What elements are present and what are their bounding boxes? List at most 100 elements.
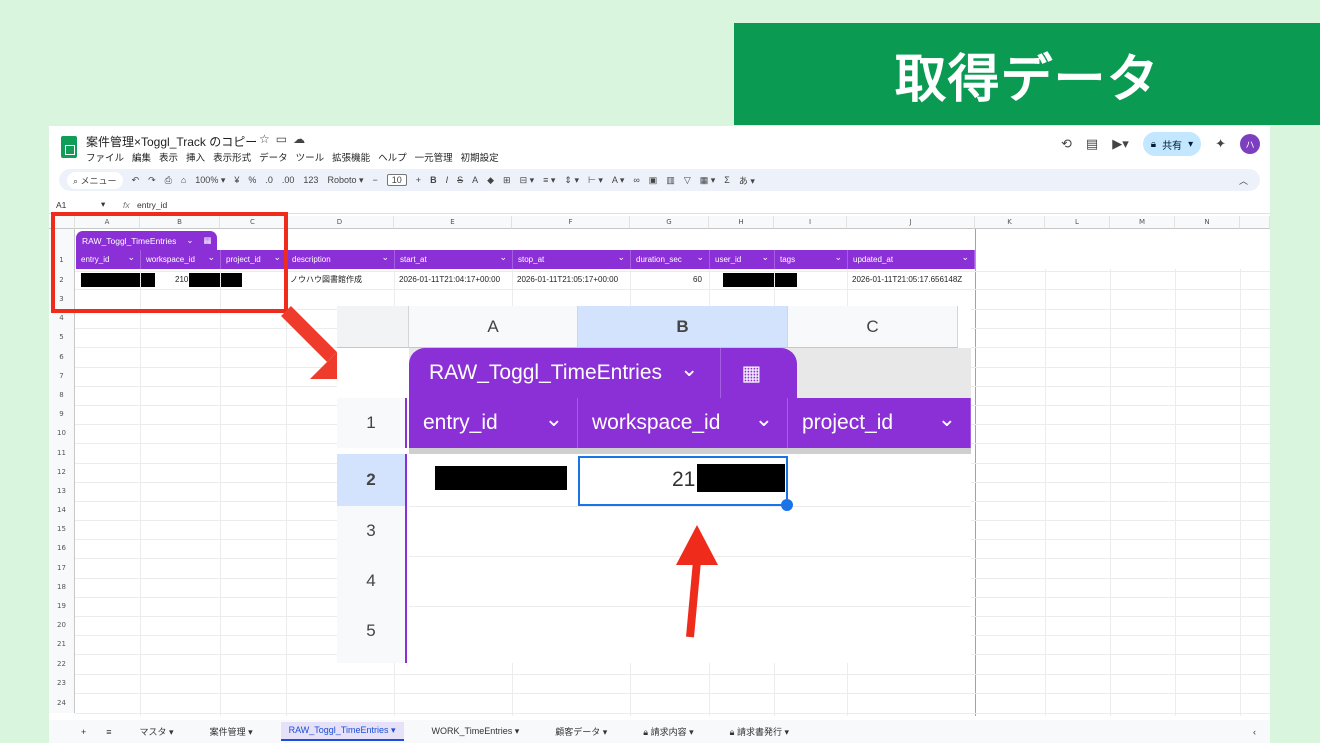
menu-format[interactable]: 表示形式 bbox=[213, 150, 251, 164]
star-icon[interactable]: ☆ bbox=[259, 132, 276, 146]
header-user-id[interactable]: user_id bbox=[710, 248, 775, 269]
row-header[interactable]: 15 bbox=[49, 520, 75, 539]
functions-button[interactable]: Σ bbox=[724, 175, 730, 185]
comment-add-icon[interactable]: ▣ bbox=[649, 175, 658, 186]
row-header[interactable]: 20 bbox=[49, 616, 75, 635]
zoom-header-workspace-id[interactable]: workspace_id bbox=[578, 394, 788, 448]
row-header[interactable]: 10 bbox=[49, 424, 75, 443]
percent-button[interactable]: % bbox=[248, 175, 256, 185]
paint-format-icon[interactable]: ⌂ bbox=[181, 175, 186, 185]
column-header-n[interactable]: N bbox=[1175, 216, 1240, 229]
row-header[interactable]: 8 bbox=[49, 386, 75, 405]
merge-icon[interactable]: ⊟ ▾ bbox=[520, 175, 535, 186]
align-icon[interactable]: ≡ ▾ bbox=[543, 175, 555, 186]
filter-icon[interactable]: ▽ bbox=[684, 175, 691, 186]
sheet-tab-billing-items[interactable]: 🔒︎ 請求内容 ▾ bbox=[635, 722, 701, 741]
column-header-i[interactable]: I bbox=[774, 216, 847, 229]
tab-scroll-left-icon[interactable]: ‹ bbox=[1253, 727, 1256, 737]
bold-button[interactable]: B bbox=[430, 175, 437, 185]
row-header[interactable]: 6 bbox=[49, 347, 75, 367]
row-header[interactable]: 12 bbox=[49, 463, 75, 482]
redo-icon[interactable]: ↷ bbox=[148, 175, 156, 186]
comment-icon[interactable]: ▤ bbox=[1086, 137, 1098, 152]
fill-color-icon[interactable]: ◆ bbox=[487, 175, 494, 186]
row-header[interactable]: 18 bbox=[49, 578, 75, 597]
selected-cell-b2[interactable] bbox=[578, 456, 793, 511]
menu-tools[interactable]: ツール bbox=[296, 150, 325, 164]
chevron-down-icon[interactable]: ⌄ bbox=[680, 356, 698, 382]
row-header[interactable]: 23 bbox=[49, 674, 75, 693]
column-header-g[interactable]: G bbox=[630, 216, 709, 229]
column-header-k[interactable]: K bbox=[975, 216, 1045, 229]
print-icon[interactable]: ⎙ bbox=[165, 175, 172, 186]
table-view-icon[interactable]: ▦ ▾ bbox=[700, 175, 716, 186]
table-menu-icon[interactable]: ▦ bbox=[720, 348, 761, 398]
cell-updated-at[interactable]: 2026-01-11T21:05:17.656148Z bbox=[852, 271, 962, 289]
header-stop-at[interactable]: stop_at bbox=[513, 248, 631, 269]
collapse-toolbar-icon[interactable]: ︿ bbox=[1239, 174, 1248, 187]
menu-help[interactable]: ヘルプ bbox=[378, 150, 407, 164]
menu-edit[interactable]: 編集 bbox=[132, 150, 151, 164]
meet-icon[interactable]: ▶▾ bbox=[1112, 137, 1129, 152]
zoom-header-project-id[interactable]: project_id bbox=[788, 394, 971, 448]
row-header[interactable]: 21 bbox=[49, 635, 75, 654]
header-duration-sec[interactable]: duration_sec bbox=[631, 248, 710, 269]
sheet-tab-customers[interactable]: 顧客データ ▾ bbox=[547, 722, 615, 741]
row-header[interactable]: 17 bbox=[49, 558, 75, 578]
menu-file[interactable]: ファイル bbox=[86, 150, 124, 164]
row-header[interactable]: 14 bbox=[49, 501, 75, 520]
number-format-button[interactable]: 123 bbox=[303, 175, 318, 185]
cell-description[interactable]: ノウハウ図書館作成 bbox=[290, 271, 362, 289]
column-header-m[interactable]: M bbox=[1110, 216, 1175, 229]
rotate-icon[interactable]: A ▾ bbox=[612, 175, 625, 186]
column-header-f[interactable]: F bbox=[512, 216, 630, 229]
strikethrough-button[interactable]: S bbox=[457, 175, 463, 185]
zoom-select[interactable]: 100% ▾ bbox=[195, 175, 225, 186]
row-header[interactable]: 7 bbox=[49, 367, 75, 386]
menu-unified[interactable]: 一元管理 bbox=[415, 150, 453, 164]
folder-icon[interactable]: ▭ bbox=[276, 132, 293, 146]
column-header-e[interactable]: E bbox=[394, 216, 512, 229]
sheet-tab-master[interactable]: マスタ ▾ bbox=[132, 722, 182, 741]
sheet-tab-invoice[interactable]: 🔒︎ 請求書発行 ▾ bbox=[722, 722, 797, 741]
column-header-l[interactable]: L bbox=[1045, 216, 1110, 229]
menu-data[interactable]: データ bbox=[259, 150, 288, 164]
undo-icon[interactable]: ↶ bbox=[132, 175, 140, 186]
cloud-icon[interactable]: ☁ bbox=[293, 132, 311, 146]
wrap-icon[interactable]: ⊢ ▾ bbox=[588, 175, 603, 186]
document-title[interactable]: 案件管理×Toggl_Track のコピー bbox=[86, 133, 257, 150]
sheet-tab-work-time[interactable]: WORK_TimeEntries ▾ bbox=[424, 723, 528, 740]
text-color-button[interactable]: A bbox=[472, 175, 478, 185]
name-box-dropdown-icon[interactable]: ▾ bbox=[101, 199, 105, 210]
header-updated-at[interactable]: updated_at bbox=[848, 248, 975, 269]
row-header[interactable]: 9 bbox=[49, 405, 75, 424]
header-start-at[interactable]: start_at bbox=[395, 248, 513, 269]
formula-input[interactable]: entry_id bbox=[137, 200, 167, 210]
input-mode-button[interactable]: あ ▾ bbox=[739, 174, 755, 187]
chart-icon[interactable]: ▥ bbox=[666, 175, 675, 186]
italic-button[interactable]: I bbox=[446, 175, 449, 185]
gemini-icon[interactable]: ✦ bbox=[1215, 137, 1226, 152]
row-header[interactable]: 5 bbox=[49, 328, 75, 347]
cell-duration-sec[interactable]: 60 bbox=[693, 271, 702, 289]
row-header[interactable]: 19 bbox=[49, 597, 75, 616]
menu-extensions[interactable]: 拡張機能 bbox=[332, 150, 370, 164]
menu-insert[interactable]: 挿入 bbox=[186, 150, 205, 164]
avatar[interactable]: ハ bbox=[1240, 134, 1260, 154]
name-box[interactable]: A1 bbox=[56, 200, 66, 210]
link-icon[interactable]: ∞ bbox=[633, 175, 639, 185]
zoom-header-entry-id[interactable]: entry_id bbox=[409, 394, 578, 448]
decrease-decimal-button[interactable]: .0 bbox=[265, 175, 273, 185]
valign-icon[interactable]: ⇕ ▾ bbox=[564, 175, 579, 186]
font-size-input[interactable]: 10 bbox=[386, 174, 407, 186]
sheet-tab-projects[interactable]: 案件管理 ▾ bbox=[202, 722, 261, 741]
font-select[interactable]: Roboto ▾ bbox=[327, 175, 363, 186]
font-size-plus[interactable]: + bbox=[416, 175, 421, 185]
row-header[interactable]: 24 bbox=[49, 693, 75, 713]
column-header-d[interactable]: D bbox=[286, 216, 394, 229]
font-size-minus[interactable]: − bbox=[373, 175, 378, 185]
column-header-h[interactable]: H bbox=[709, 216, 774, 229]
all-sheets-icon[interactable]: ≡ bbox=[106, 727, 111, 737]
zoom-table-chip[interactable]: RAW_Toggl_TimeEntries ⌄ ▦ bbox=[409, 348, 797, 398]
sheet-tab-raw-toggl[interactable]: RAW_Toggl_TimeEntries ▾ bbox=[280, 722, 404, 741]
